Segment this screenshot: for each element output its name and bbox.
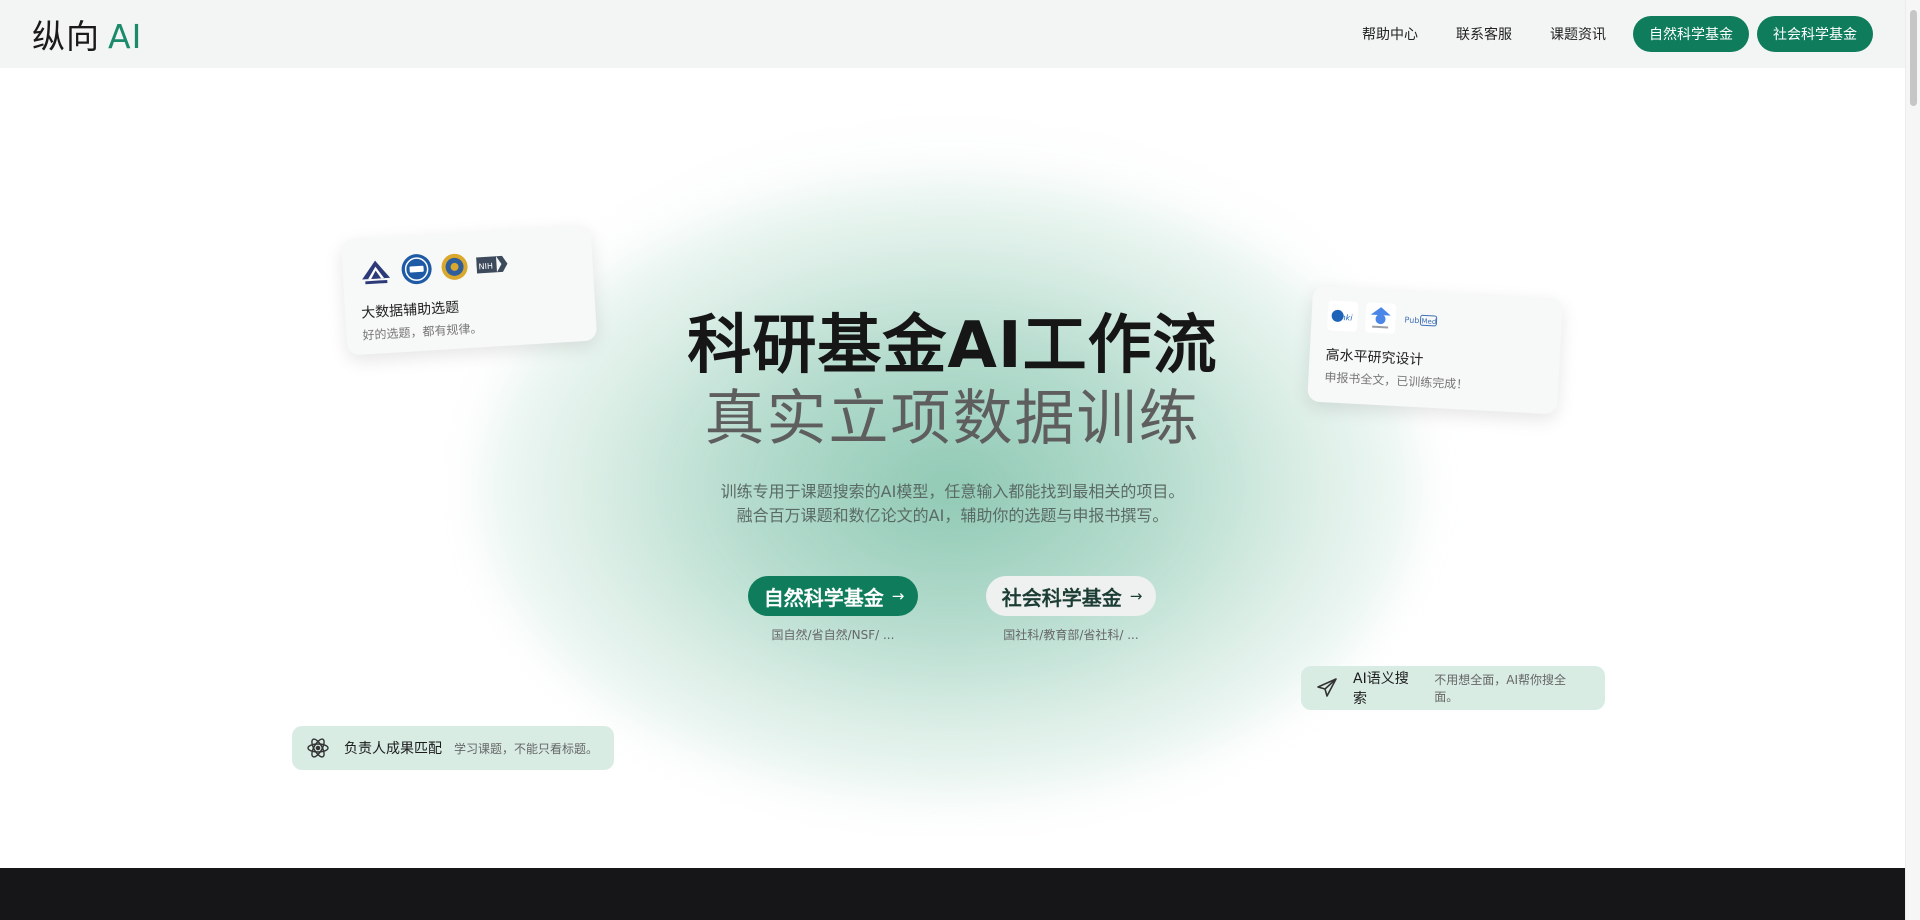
nsfc-logo-icon xyxy=(358,256,394,288)
natural-science-button-label: 自然科学基金 xyxy=(763,585,884,610)
moe-logo-icon xyxy=(440,252,470,282)
pill-title: AI语义搜索 xyxy=(1353,671,1409,707)
nav-link-support[interactable]: 联系客服 xyxy=(1437,24,1531,44)
feature-pill-pi-matching: 负责人成果匹配 学习课题，不能只看标题。 xyxy=(292,726,614,770)
top-nav: 帮助中心 联系客服 课题资讯 自然科学基金 社会科学基金 xyxy=(1343,16,1873,52)
atom-icon xyxy=(306,736,330,760)
hero-section: NIH 大数据辅助选题 好的选题，都有规律。 nki Pub Med 高水平研究… xyxy=(0,68,1905,868)
logo-text-cn: 纵向 xyxy=(32,17,100,56)
feature-pill-semantic-search: AI语义搜索 不用想全面，AI帮你搜全面。 xyxy=(1301,666,1605,710)
nih-logo-icon: NIH xyxy=(476,253,509,277)
brand-logo[interactable]: 纵向 AI xyxy=(32,10,142,58)
hero-title-secondary: 真实立项数据训练 xyxy=(704,384,1201,454)
social-science-subtext: 国社科/教育部/省社科/ ... xyxy=(1003,628,1139,642)
natural-science-button[interactable]: 自然科学基金 → xyxy=(747,576,919,616)
card-logos: NIH xyxy=(358,243,578,288)
arrow-right-icon: → xyxy=(1129,587,1143,605)
top-header: 纵向 AI 帮助中心 联系客服 课题资讯 自然科学基金 社会科学基金 xyxy=(0,0,1905,68)
footer-section xyxy=(0,868,1905,920)
nav-button-social-science[interactable]: 社会科学基金 xyxy=(1757,16,1873,52)
nav-link-help[interactable]: 帮助中心 xyxy=(1343,24,1437,44)
nav-link-news[interactable]: 课题资讯 xyxy=(1531,24,1625,44)
hero-subtitle-line-2: 融合百万课题和数亿论文的AI，辅助你的选题与申报书撰写。 xyxy=(736,506,1169,525)
logo-text-ai: AI xyxy=(108,17,143,56)
nssfc-logo-icon xyxy=(400,252,434,286)
hero-subtitle-line-1: 训练专用于课题搜索的AI模型，任意输入都能找到最相关的项目。 xyxy=(720,482,1185,501)
svg-text:NIH: NIH xyxy=(478,262,493,272)
social-science-button-label: 社会科学基金 xyxy=(1001,585,1122,610)
cta-social-science: 社会科学基金 → 国社科/教育部/省社科/ ... xyxy=(984,576,1158,643)
hero-subtitle: 训练专用于课题搜索的AI模型，任意输入都能找到最相关的项目。 融合百万课题和数亿… xyxy=(0,480,1905,528)
nav-button-natural-science[interactable]: 自然科学基金 xyxy=(1633,16,1749,52)
paper-plane-icon xyxy=(1315,676,1339,700)
page-scrollbar[interactable] xyxy=(1905,0,1920,920)
cta-natural-science: 自然科学基金 → 国自然/省自然/NSF/ ... xyxy=(746,576,920,643)
scrollbar-thumb[interactable] xyxy=(1910,10,1917,106)
pill-description: 学习课题，不能只看标题。 xyxy=(454,741,599,756)
pill-description: 不用想全面，AI帮你搜全面。 xyxy=(1434,673,1567,704)
pill-title: 负责人成果匹配 xyxy=(344,741,442,757)
natural-science-subtext: 国自然/省自然/NSF/ ... xyxy=(771,628,895,642)
social-science-button[interactable]: 社会科学基金 → xyxy=(985,576,1157,616)
arrow-right-icon: → xyxy=(891,587,905,605)
